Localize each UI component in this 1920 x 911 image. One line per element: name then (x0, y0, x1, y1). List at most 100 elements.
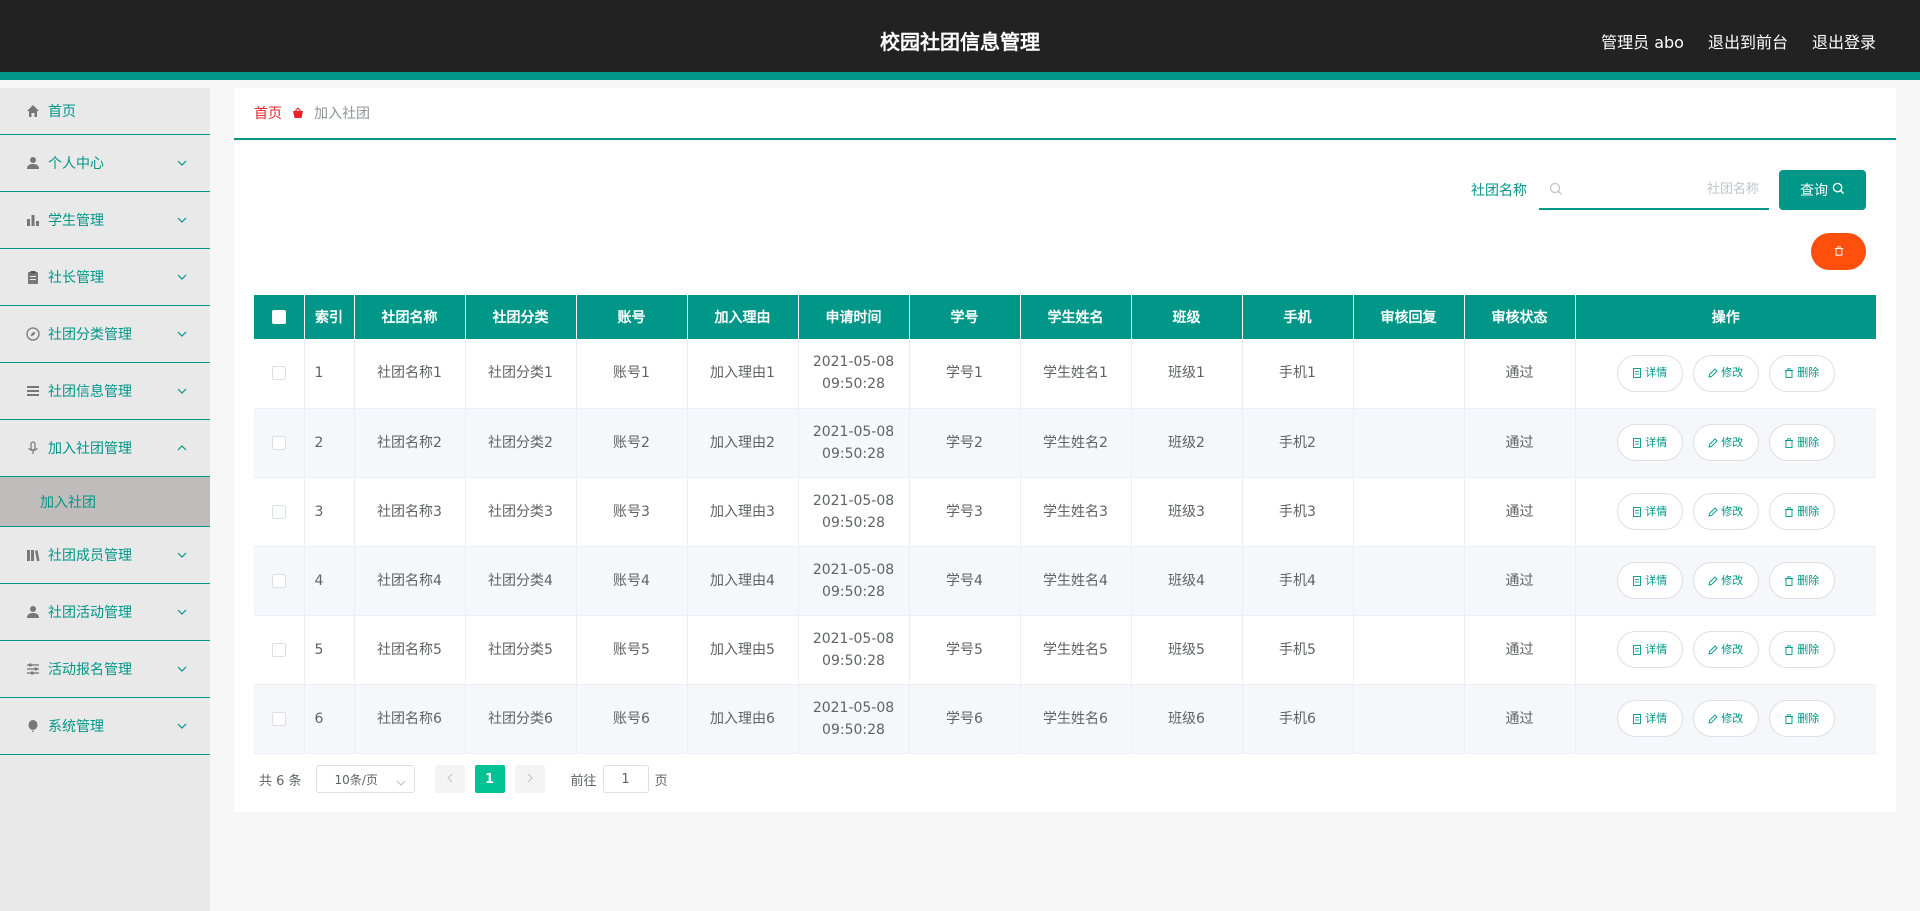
chevron-down-icon (176, 549, 188, 561)
sidebar-item-student-management[interactable]: 学生管理 (0, 192, 210, 249)
detail-button[interactable]: 详情 (1616, 562, 1683, 599)
exit-to-front-link[interactable]: 退出到前台 (1708, 29, 1788, 53)
cell-student-name: 学生姓名4 (1020, 546, 1132, 616)
chevron-right-icon (527, 772, 533, 787)
chevron-down-icon (176, 385, 188, 397)
search-form: 社团名称 查询 (1471, 170, 1866, 210)
document-icon (1633, 713, 1642, 724)
column-header: 社团名称 (354, 295, 466, 339)
sidebar-item-club-info-management[interactable]: 社团信息管理 (0, 363, 210, 420)
sidebar-item-home[interactable]: 首页 (0, 88, 210, 135)
delete-button[interactable]: 删除 (1768, 493, 1835, 530)
row-checkbox[interactable] (271, 366, 286, 381)
select-all-checkbox[interactable] (271, 310, 286, 324)
top-header: 校园社团信息管理 管理员 abo 退出到前台 退出登录 (0, 0, 1920, 80)
delete-button[interactable]: 删除 (1768, 631, 1835, 668)
cell-student-name: 学生姓名6 (1020, 684, 1132, 754)
sidebar-item-system-management[interactable]: 系统管理 (0, 698, 210, 755)
page-number-active[interactable]: 1 (474, 765, 505, 793)
chevron-down-icon (176, 214, 188, 226)
cell-actions: 详情 修改 删除 (1575, 615, 1876, 685)
detail-button[interactable]: 详情 (1616, 354, 1683, 392)
sidebar-item-join-club-management[interactable]: 加入社团管理 (0, 420, 210, 477)
trash-icon (1785, 437, 1794, 448)
row-checkbox[interactable] (271, 711, 286, 726)
sidebar-item-label: 社团信息管理 (48, 384, 132, 400)
cell-club-name: 社团名称4 (354, 546, 466, 616)
sidebar-item-category-management[interactable]: 社团分类管理 (0, 306, 210, 363)
prev-page-button[interactable] (434, 765, 465, 793)
trash-icon (1785, 368, 1794, 379)
cell-student-name: 学生姓名2 (1020, 408, 1132, 478)
cell-phone: 手机3 (1242, 477, 1354, 547)
table-row: 4 社团名称4 社团分类4 账号4 加入理由4 2021-05-08 09:50:… (254, 546, 1876, 616)
edit-button[interactable]: 修改 (1692, 424, 1759, 461)
sidebar-item-activity-management[interactable]: 社团活动管理 (0, 584, 210, 641)
cell-index: 3 (304, 477, 355, 547)
cell-review-reply (1353, 339, 1465, 409)
chevron-down-icon (176, 271, 188, 283)
cell-club-category: 社团分类4 (465, 546, 577, 616)
cell-account: 账号3 (576, 477, 688, 547)
batch-delete-button[interactable] (1811, 233, 1866, 270)
cell-reason: 加入理由3 (687, 477, 799, 547)
delete-button[interactable]: 删除 (1768, 354, 1835, 392)
sidebar-item-personal-center[interactable]: 个人中心 (0, 135, 210, 192)
sidebar-item-label: 社长管理 (48, 270, 104, 286)
edit-button-label: 修改 (1721, 711, 1744, 725)
delete-button[interactable]: 删除 (1768, 562, 1835, 599)
search-input[interactable] (1539, 170, 1769, 208)
chevron-down-icon (176, 663, 188, 675)
sidebar-item-label: 系统管理 (48, 719, 104, 735)
row-checkbox[interactable] (271, 642, 286, 657)
row-checkbox[interactable] (271, 435, 286, 450)
column-header: 审核状态 (1464, 295, 1576, 339)
delete-button[interactable]: 删除 (1768, 700, 1835, 737)
search-button[interactable]: 查询 (1779, 170, 1866, 210)
delete-button-label: 删除 (1797, 642, 1820, 656)
logout-link[interactable]: 退出登录 (1812, 29, 1876, 53)
edit-button[interactable]: 修改 (1692, 700, 1759, 737)
detail-button[interactable]: 详情 (1616, 700, 1683, 737)
list-icon (24, 382, 42, 400)
cell-account: 账号5 (576, 615, 688, 685)
sidebar-subitem-join-club[interactable]: 加入社团 (0, 477, 210, 527)
trash-icon (1834, 244, 1844, 260)
edit-button[interactable]: 修改 (1692, 493, 1759, 530)
balloon-icon (24, 717, 42, 735)
detail-button-label: 详情 (1645, 504, 1668, 518)
cell-student-no: 学号1 (909, 339, 1021, 409)
column-header: 手机 (1242, 295, 1354, 339)
current-user: 管理员 abo (1601, 33, 1684, 52)
edit-button[interactable]: 修改 (1692, 562, 1759, 599)
row-checkbox[interactable] (271, 504, 286, 519)
breadcrumb-home-link[interactable]: 首页 (254, 103, 282, 123)
delete-button-label: 删除 (1797, 711, 1820, 725)
row-checkbox[interactable] (271, 573, 286, 588)
cell-club-name: 社团名称5 (354, 615, 466, 685)
cell-class: 班级2 (1131, 408, 1243, 478)
delete-button[interactable]: 删除 (1768, 424, 1835, 461)
next-page-button[interactable] (514, 765, 545, 793)
sidebar-item-president-management[interactable]: 社长管理 (0, 249, 210, 306)
sidebar-item-label: 社团成员管理 (48, 548, 132, 564)
page-size-select[interactable]: 10条/页 (315, 765, 415, 793)
detail-button[interactable]: 详情 (1616, 424, 1683, 461)
edit-button[interactable]: 修改 (1692, 354, 1759, 392)
select-all-header (254, 295, 305, 339)
column-header: 操作 (1575, 295, 1876, 339)
edit-button[interactable]: 修改 (1692, 631, 1759, 668)
cell-class: 班级4 (1131, 546, 1243, 616)
column-header: 账号 (576, 295, 688, 339)
table-row: 6 社团名称6 社团分类6 账号6 加入理由6 2021-05-08 09:50:… (254, 684, 1876, 754)
main-panel: 社团名称 查询 (234, 142, 1896, 812)
sidebar-item-member-management[interactable]: 社团成员管理 (0, 527, 210, 584)
cell-actions: 详情 修改 删除 (1575, 684, 1876, 754)
sidebar-item-signup-management[interactable]: 活动报名管理 (0, 641, 210, 698)
user-icon (24, 603, 42, 621)
detail-button[interactable]: 详情 (1616, 493, 1683, 530)
chevron-up-icon (176, 442, 188, 454)
goto-page-input[interactable] (602, 765, 649, 793)
page-suffix: 页 (654, 773, 668, 789)
detail-button[interactable]: 详情 (1616, 631, 1683, 668)
